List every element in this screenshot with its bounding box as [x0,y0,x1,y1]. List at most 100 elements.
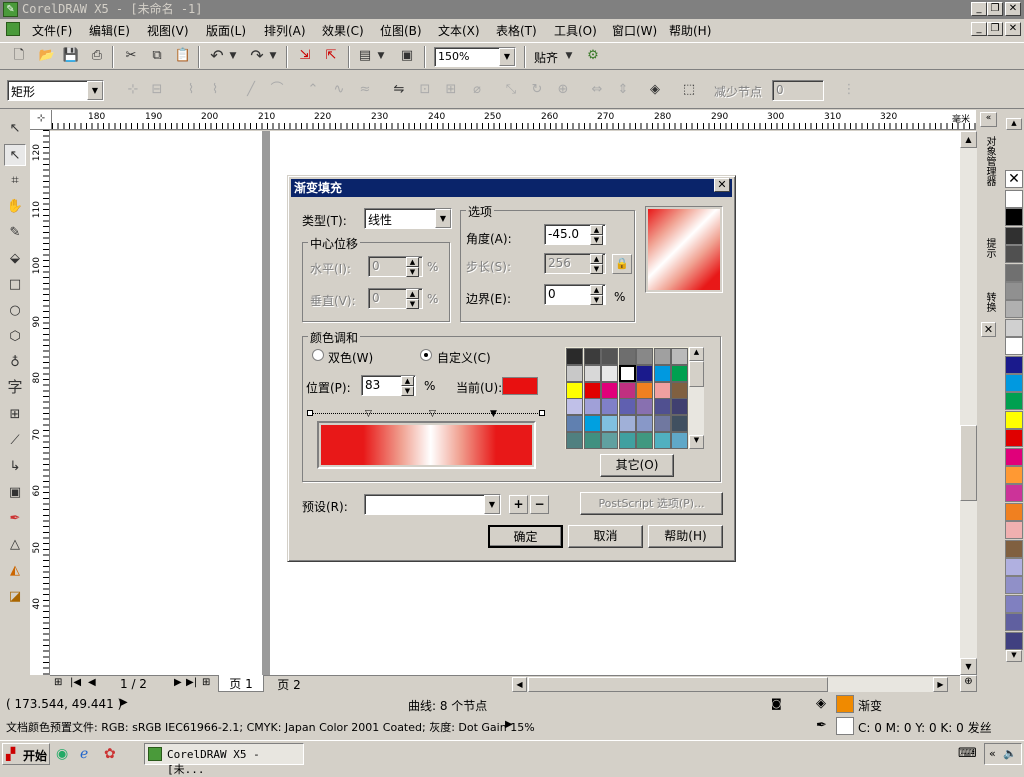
coreldraw-app-icon[interactable]: ✎ [3,2,18,17]
cut-icon[interactable]: ✂ [120,45,142,67]
palette-swatch[interactable] [1005,613,1023,632]
grid-color-swatch[interactable] [618,348,636,365]
docker-tab-object-manager[interactable]: 对象管理器 [981,136,997,220]
scroll-right-arrow-icon[interactable]: ▶ [933,677,948,692]
grid-color-swatch[interactable] [653,348,671,365]
grid-color-swatch[interactable] [583,348,601,365]
menu-text[interactable]: 文本(X) [438,22,480,39]
vertical-scrollbar[interactable]: ▲ ▼ [960,131,977,675]
selected-color-stop-icon[interactable]: ▼ [490,410,497,419]
palette-swatch[interactable] [1005,631,1023,650]
first-page-icon[interactable]: |◀ [70,677,81,688]
open-folder-icon[interactable]: 📂 [36,45,58,67]
grid-color-swatch[interactable] [671,381,688,399]
grid-color-swatch[interactable] [601,432,618,449]
end-color-stop[interactable] [539,410,545,416]
grid-color-swatch[interactable] [618,432,636,449]
tab-page-1[interactable]: 页 1 [218,675,264,692]
docker-tab-transform[interactable]: 转换 [981,292,997,322]
menu-effects[interactable]: 效果(C) [322,22,364,39]
symmetric-icon[interactable]: ≈ [354,79,376,101]
grid-color-swatch[interactable] [636,432,653,449]
select-all-nodes-icon[interactable]: ⬚ [678,79,700,101]
keyboard-icon[interactable]: ⌨ [958,746,977,761]
others-button[interactable]: 其它(O) [600,454,674,477]
menu-help[interactable]: 帮助(H) [669,22,711,39]
reflect-nodes-icon[interactable]: ⋮ [838,79,860,101]
blend-tool-icon[interactable]: ▣ [4,482,26,504]
grid-color-swatch[interactable] [618,364,636,382]
last-page-icon[interactable]: ▶| [186,677,197,688]
zoom-level-select[interactable]: 150% ▼ [434,47,516,67]
document-icon[interactable] [6,22,20,36]
prev-page-icon[interactable]: ◀ [88,677,96,688]
swatch-scrollbar[interactable]: ▲ ▼ [689,347,704,449]
reduce-nodes-label[interactable]: 减少节点 [714,83,762,100]
chevron-down-icon[interactable]: ▼ [87,81,103,100]
snap-dropdown-icon[interactable]: ▼ [564,45,574,67]
ie-icon[interactable]: ℯ [80,746,88,762]
start-button[interactable]: ▞ 开始 [2,743,50,765]
break-curve-icon[interactable]: ⌇ [204,79,226,101]
interactive-fill-icon[interactable]: ◪ [4,586,26,608]
grid-color-swatch[interactable] [618,415,636,433]
scroll-thumb[interactable] [960,425,977,501]
zoom-navigator-icon[interactable]: ⊕ [960,675,977,692]
doc-minimize-button[interactable]: _ [971,22,987,36]
grid-color-swatch[interactable] [653,398,671,416]
horizontal-scroll-thumb[interactable] [528,677,828,692]
start-color-stop[interactable] [307,410,313,416]
grid-color-swatch[interactable] [671,398,688,416]
object-type-select[interactable]: 矩形 ▼ [7,80,104,101]
rotate-nodes-icon[interactable]: ↻ [526,79,548,101]
redo-icon[interactable]: ↷ [246,45,268,67]
docker-collapse-icon[interactable]: « [980,112,997,127]
postscript-options-button[interactable]: PostScript 选项(P)... [580,492,723,515]
fill-swatch[interactable] [836,695,854,713]
current-color-swatch[interactable] [502,377,538,395]
color-stop-marker-icon[interactable]: ▽ [365,410,372,419]
palette-swatch[interactable] [1005,521,1023,540]
grid-color-swatch[interactable] [653,432,671,449]
grid-color-swatch[interactable] [671,348,688,365]
grid-color-swatch[interactable] [653,364,671,382]
palette-swatch[interactable] [1005,576,1023,595]
palette-swatch[interactable] [1005,374,1023,392]
horizontal-ruler[interactable]: 180 190 200 210 220 230 240 250 260 270 … [52,110,976,130]
minimize-button[interactable]: _ [971,2,987,16]
grid-color-swatch[interactable] [566,415,583,433]
palette-swatch[interactable] [1005,392,1023,411]
menu-arrange[interactable]: 排列(A) [264,22,306,39]
grid-color-swatch[interactable] [618,381,636,399]
scroll-down-arrow-icon[interactable]: ▼ [960,658,977,675]
grid-color-swatch[interactable] [636,348,653,365]
fill-tool-icon[interactable]: ◭ [4,560,26,582]
palette-swatch[interactable] [1005,300,1023,319]
copy-icon[interactable]: ⧉ [146,45,168,67]
edge-pad-spinner[interactable]: ▲ ▼ [590,285,603,305]
browser-icon[interactable]: ◉ [56,746,68,762]
basic-shapes-icon[interactable]: ♁ [4,352,26,374]
crop-tool-icon[interactable]: ⌗ [4,170,26,192]
extend-curve-icon[interactable]: ⊡ [414,79,436,101]
table-tool-icon[interactable]: ⊞ [4,404,26,426]
two-color-label[interactable]: 双色(W) [328,349,373,366]
docker-tab-hints[interactable]: 提示 [981,238,997,268]
delete-node-icon[interactable]: ⊟ [146,79,168,101]
remove-preset-icon[interactable]: − [530,495,549,514]
grid-color-swatch[interactable] [671,432,688,449]
palette-swatch[interactable] [1005,539,1023,558]
align-nodes-icon[interactable]: ⊕ [552,79,574,101]
grid-color-swatch[interactable] [601,348,618,365]
color-stop-marker-icon[interactable]: ▽ [429,410,436,419]
palette-swatch[interactable] [1005,447,1023,466]
palette-scroll-down-icon[interactable]: ▼ [1006,650,1022,662]
palette-swatch[interactable] [1005,594,1023,613]
grid-color-swatch[interactable] [601,381,618,399]
play-arrow-icon[interactable]: ▶ [505,719,513,730]
custom-radio[interactable] [420,349,432,361]
connector-tool-icon[interactable]: ↳ [4,456,26,478]
dialog-close-icon[interactable]: ✕ [714,178,730,192]
ellipse-tool-icon[interactable]: ○ [4,300,26,322]
palette-scroll-up-icon[interactable]: ▲ [1006,118,1022,130]
